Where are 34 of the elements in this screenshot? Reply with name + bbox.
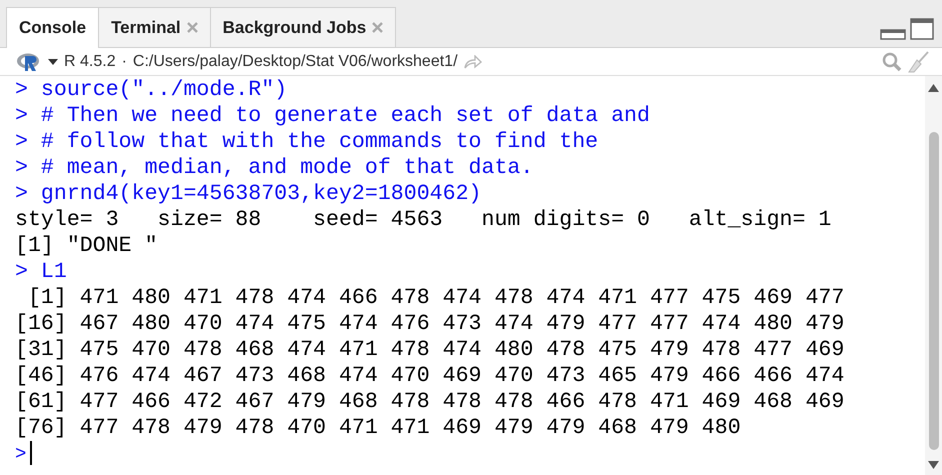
console-output-line: [1] 471 480 471 478 474 466 478 474 478 474 471 477 475 469 477 [26, 285, 844, 311]
tab[interactable]: Console [6, 7, 100, 48]
console-input-line: > # Then we need to generate each set of data and [15, 103, 650, 129]
broom-icon[interactable] [908, 50, 930, 72]
console-output-line: [16] 467 480 470 474 475 474 476 473 474 479 477 477 474 480 479 [15, 311, 844, 337]
scroll-thumb[interactable] [929, 132, 939, 450]
console-prompt: > [15, 443, 26, 465]
console-input-line: > gnrnd4(key1=45638703,key2=1800462) [15, 181, 482, 207]
close-icon[interactable] [372, 22, 384, 33]
console-input-line: > # mean, median, and mode of that data. [15, 155, 534, 181]
go-to-directory-icon[interactable] [464, 54, 482, 68]
search-icon[interactable] [882, 52, 902, 72]
scroll-up-icon[interactable] [928, 84, 939, 92]
text-cursor [30, 441, 32, 466]
r-logo-icon [16, 52, 42, 72]
console-output-line: style= 3 size= 88 seed= 4563 num digits= 0 alt_sign= 1 [15, 207, 832, 233]
scroll-down-icon[interactable] [928, 461, 939, 469]
working-directory-path[interactable]: C:/Users/palay/Desktop/Stat V06/worksheet1/ [132, 50, 458, 74]
r-version: R 4.5.2 [64, 52, 116, 72]
separator-dot: · [122, 52, 127, 72]
console-output-line: [31] 475 470 478 468 474 471 478 474 480 478 475 479 478 477 469 [15, 337, 844, 363]
console-output-line: [46] 476 474 467 473 468 474 470 469 470 473 465 479 466 466 474 [15, 363, 844, 389]
maximize-icon[interactable] [910, 18, 934, 40]
console-input-line: > # follow that with the commands to find the [15, 129, 598, 155]
console-input-line: > L1 [15, 259, 67, 285]
console-output-line: [61] 477 466 472 467 479 468 478 478 478 466 478 471 469 468 469 [15, 389, 844, 415]
caret-icon[interactable] [48, 58, 58, 64]
scrollbar[interactable] [925, 76, 942, 475]
console-output-line: [76] 477 478 479 478 470 471 471 469 479 479 468 479 480 [15, 415, 741, 441]
tab[interactable]: Terminal [98, 7, 211, 47]
console-output-line: [1] "DONE " [15, 233, 158, 259]
tab[interactable]: Background Jobs [210, 7, 396, 47]
console-input-line: > source("../mode.R") [15, 77, 288, 103]
close-icon[interactable] [186, 22, 198, 33]
